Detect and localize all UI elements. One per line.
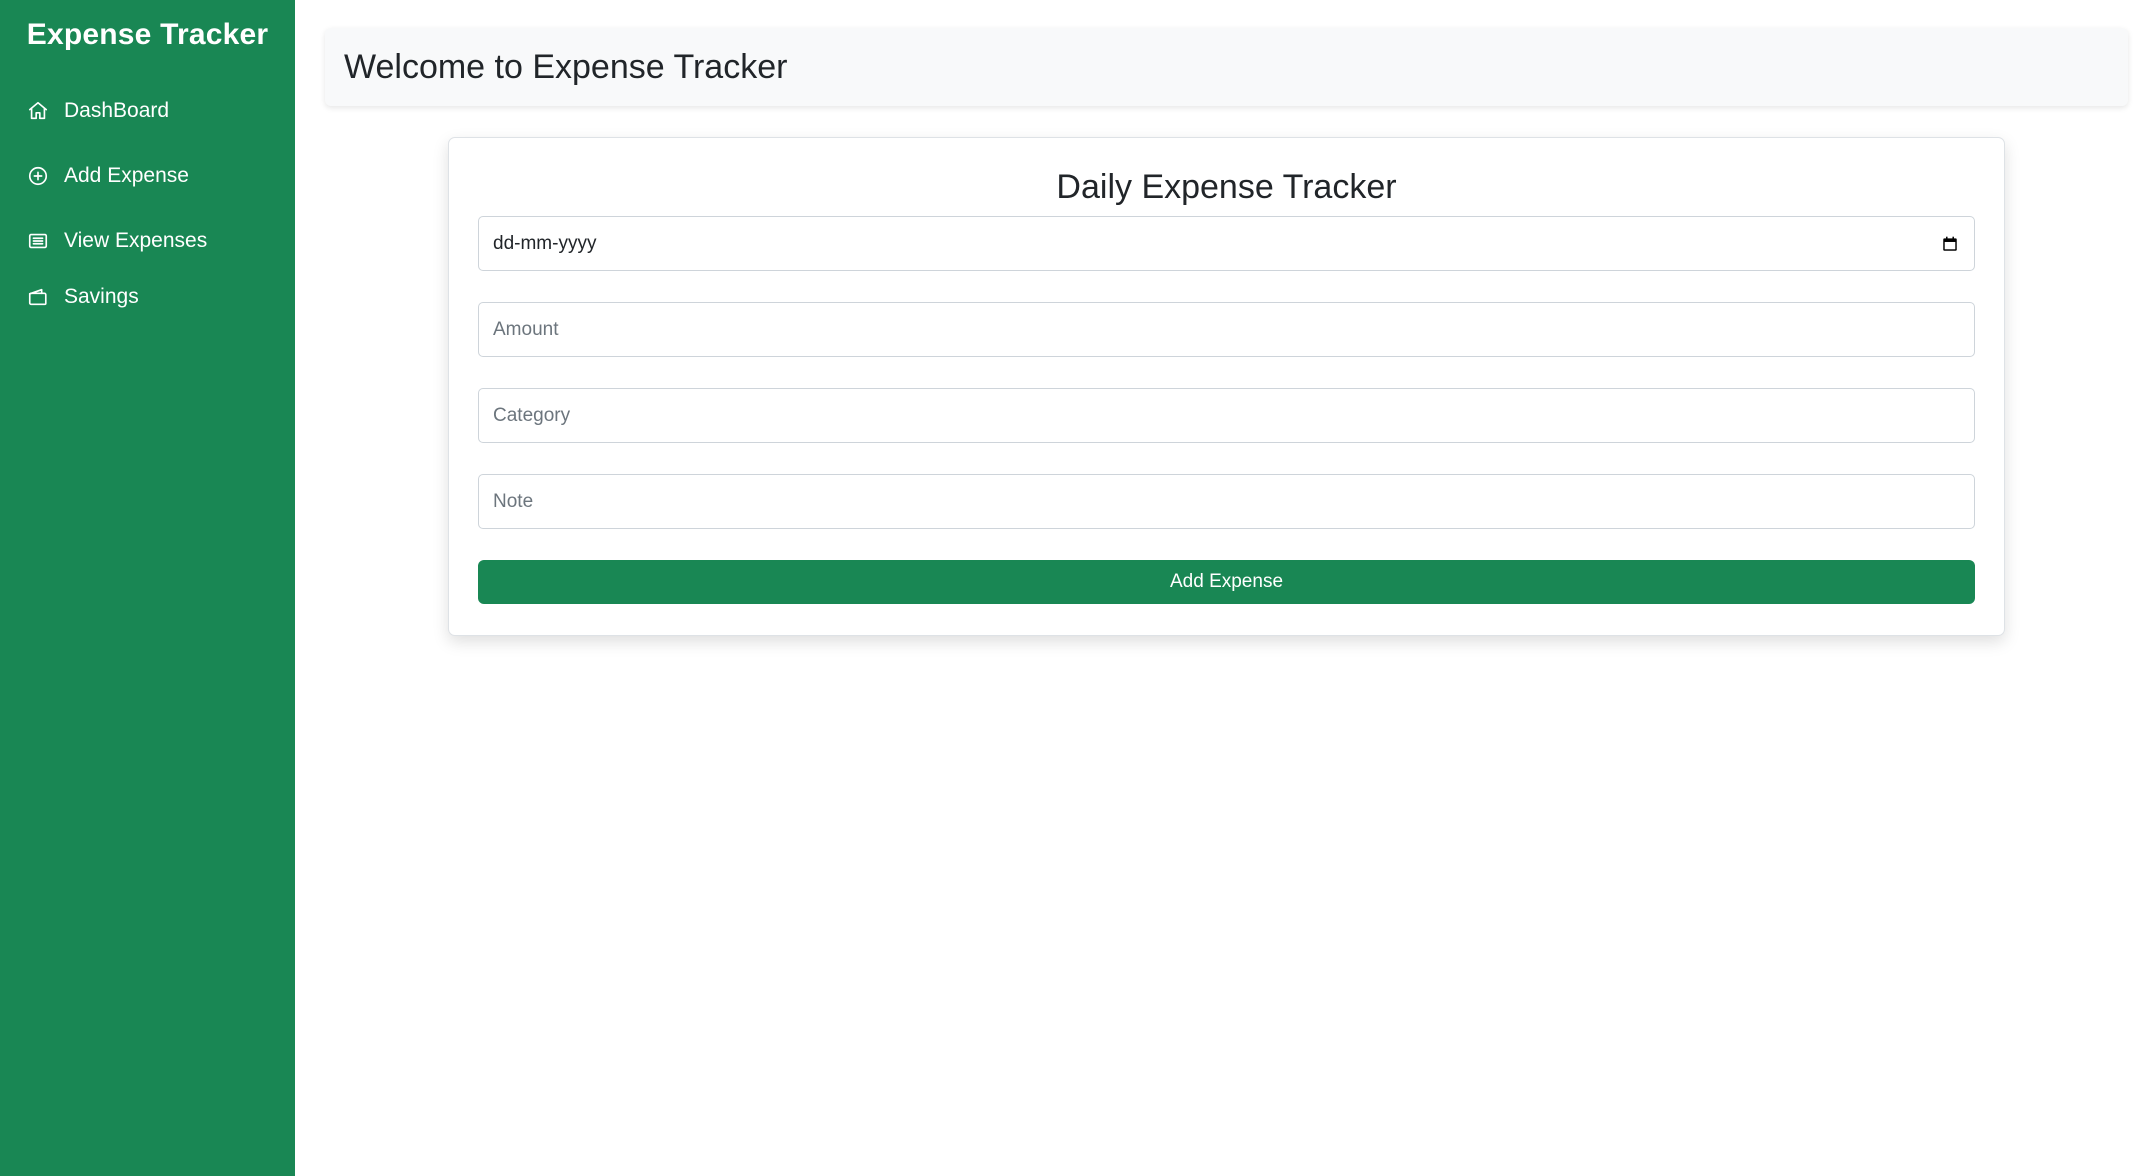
sidebar-item-savings[interactable]: Savings bbox=[26, 279, 139, 315]
sidebar-item-label: Add Expense bbox=[64, 164, 189, 187]
note-input[interactable] bbox=[493, 490, 1960, 513]
sidebar: Expense Tracker DashBoard Add Expense Vi… bbox=[0, 0, 295, 1176]
home-icon bbox=[26, 99, 50, 123]
app-layout: Expense Tracker DashBoard Add Expense Vi… bbox=[0, 0, 2154, 1176]
wallet-icon bbox=[26, 285, 50, 309]
amount-field[interactable] bbox=[478, 302, 1975, 357]
category-input[interactable] bbox=[493, 404, 1960, 427]
category-field[interactable] bbox=[478, 388, 1975, 443]
sidebar-item-view-expenses[interactable]: View Expenses bbox=[26, 223, 207, 259]
amount-input[interactable] bbox=[493, 318, 1960, 341]
sidebar-item-add-expense[interactable]: Add Expense bbox=[26, 158, 189, 194]
page-header: Welcome to Expense Tracker bbox=[325, 28, 2128, 106]
sidebar-item-dashboard[interactable]: DashBoard bbox=[26, 93, 169, 129]
date-field[interactable]: dd-mm-yyyy bbox=[478, 216, 1975, 271]
date-placeholder: dd-mm-yyyy bbox=[493, 232, 597, 254]
form-title: Daily Expense Tracker bbox=[1056, 168, 1397, 206]
calendar-icon[interactable] bbox=[1940, 234, 1960, 254]
sidebar-item-label: Savings bbox=[64, 285, 139, 308]
page-title: Welcome to Expense Tracker bbox=[344, 48, 788, 86]
sidebar-item-label: DashBoard bbox=[64, 99, 170, 122]
add-expense-button[interactable]: Add Expense bbox=[478, 560, 1975, 604]
sidebar-item-label: View Expenses bbox=[64, 229, 208, 252]
list-icon bbox=[26, 229, 50, 253]
brand-title: Expense Tracker bbox=[26, 18, 269, 51]
expense-form-card: Daily Expense Tracker dd-mm-yyyy Add Exp… bbox=[448, 137, 2005, 636]
plus-circle-icon bbox=[26, 164, 50, 188]
note-field[interactable] bbox=[478, 474, 1975, 529]
